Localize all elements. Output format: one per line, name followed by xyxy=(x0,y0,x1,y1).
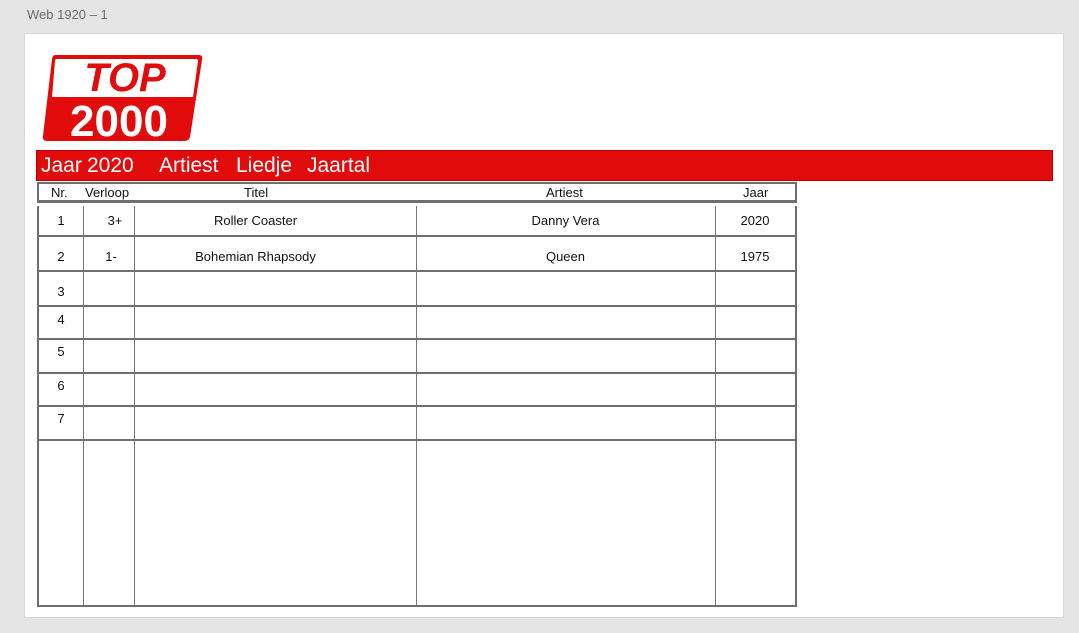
artboard-label: Web 1920 – 1 xyxy=(27,7,108,22)
table-header: Nr. Verloop Titel Artiest Jaar xyxy=(37,182,797,203)
chart-table: Nr. Verloop Titel Artiest Jaar 1 3+ Roll… xyxy=(37,182,797,607)
table-row[interactable]: 7 xyxy=(39,407,795,441)
cell-nr: 7 xyxy=(57,411,65,426)
cell-nr: 5 xyxy=(57,344,65,359)
nav-jaartal[interactable]: Jaartal xyxy=(299,155,370,176)
table-row[interactable]: 4 xyxy=(39,307,795,340)
nav-liedje[interactable]: Liedje xyxy=(232,155,299,176)
table-row[interactable]: 5 xyxy=(39,340,795,374)
cell-jaar: 2020 xyxy=(740,213,770,228)
cell-nr: 2 xyxy=(57,249,65,264)
cell-nr: 6 xyxy=(57,378,65,393)
cell-verloop: 1- xyxy=(105,249,117,264)
top2000-logo: TOP 2000 xyxy=(42,55,203,143)
cell-titel: Bohemian Rhapsody xyxy=(195,249,316,264)
header-titel: Titel xyxy=(244,185,269,200)
header-jaar: Jaar xyxy=(743,185,769,200)
nav-jaar[interactable]: Jaar xyxy=(37,155,83,176)
cell-nr: 4 xyxy=(57,312,65,327)
nav-year-2020[interactable]: 2020 xyxy=(83,155,147,176)
table-row[interactable]: 2 1- Bohemian Rhapsody Queen 1975 xyxy=(39,237,795,272)
header-nr: Nr. xyxy=(51,185,68,200)
cell-nr: 1 xyxy=(57,213,65,228)
logo-line1: TOP xyxy=(84,56,166,100)
cell-artiest: Queen xyxy=(545,249,586,264)
main-nav: Jaar 2020 Artiest Liedje Jaartal xyxy=(36,150,1053,181)
table-row[interactable]: 1 3+ Roller Coaster Danny Vera 2020 xyxy=(39,206,795,237)
table-body: 1 3+ Roller Coaster Danny Vera 2020 2 1-… xyxy=(37,206,797,607)
cell-verloop: 3+ xyxy=(107,213,123,228)
nav-artiest[interactable]: Artiest xyxy=(147,155,232,176)
header-verloop: Verloop xyxy=(85,185,130,200)
table-row[interactable]: 6 xyxy=(39,374,795,407)
logo-line2: 2000 xyxy=(70,97,168,143)
table-row[interactable]: 3 xyxy=(39,272,795,307)
cell-nr: 3 xyxy=(57,284,65,299)
header-artiest: Artiest xyxy=(546,185,583,200)
cell-artiest: Danny Vera xyxy=(531,213,600,228)
cell-jaar: 1975 xyxy=(740,249,770,264)
cell-titel: Roller Coaster xyxy=(213,213,298,228)
artboard: TOP 2000 Jaar 2020 Artiest Liedje Jaarta… xyxy=(24,33,1064,618)
